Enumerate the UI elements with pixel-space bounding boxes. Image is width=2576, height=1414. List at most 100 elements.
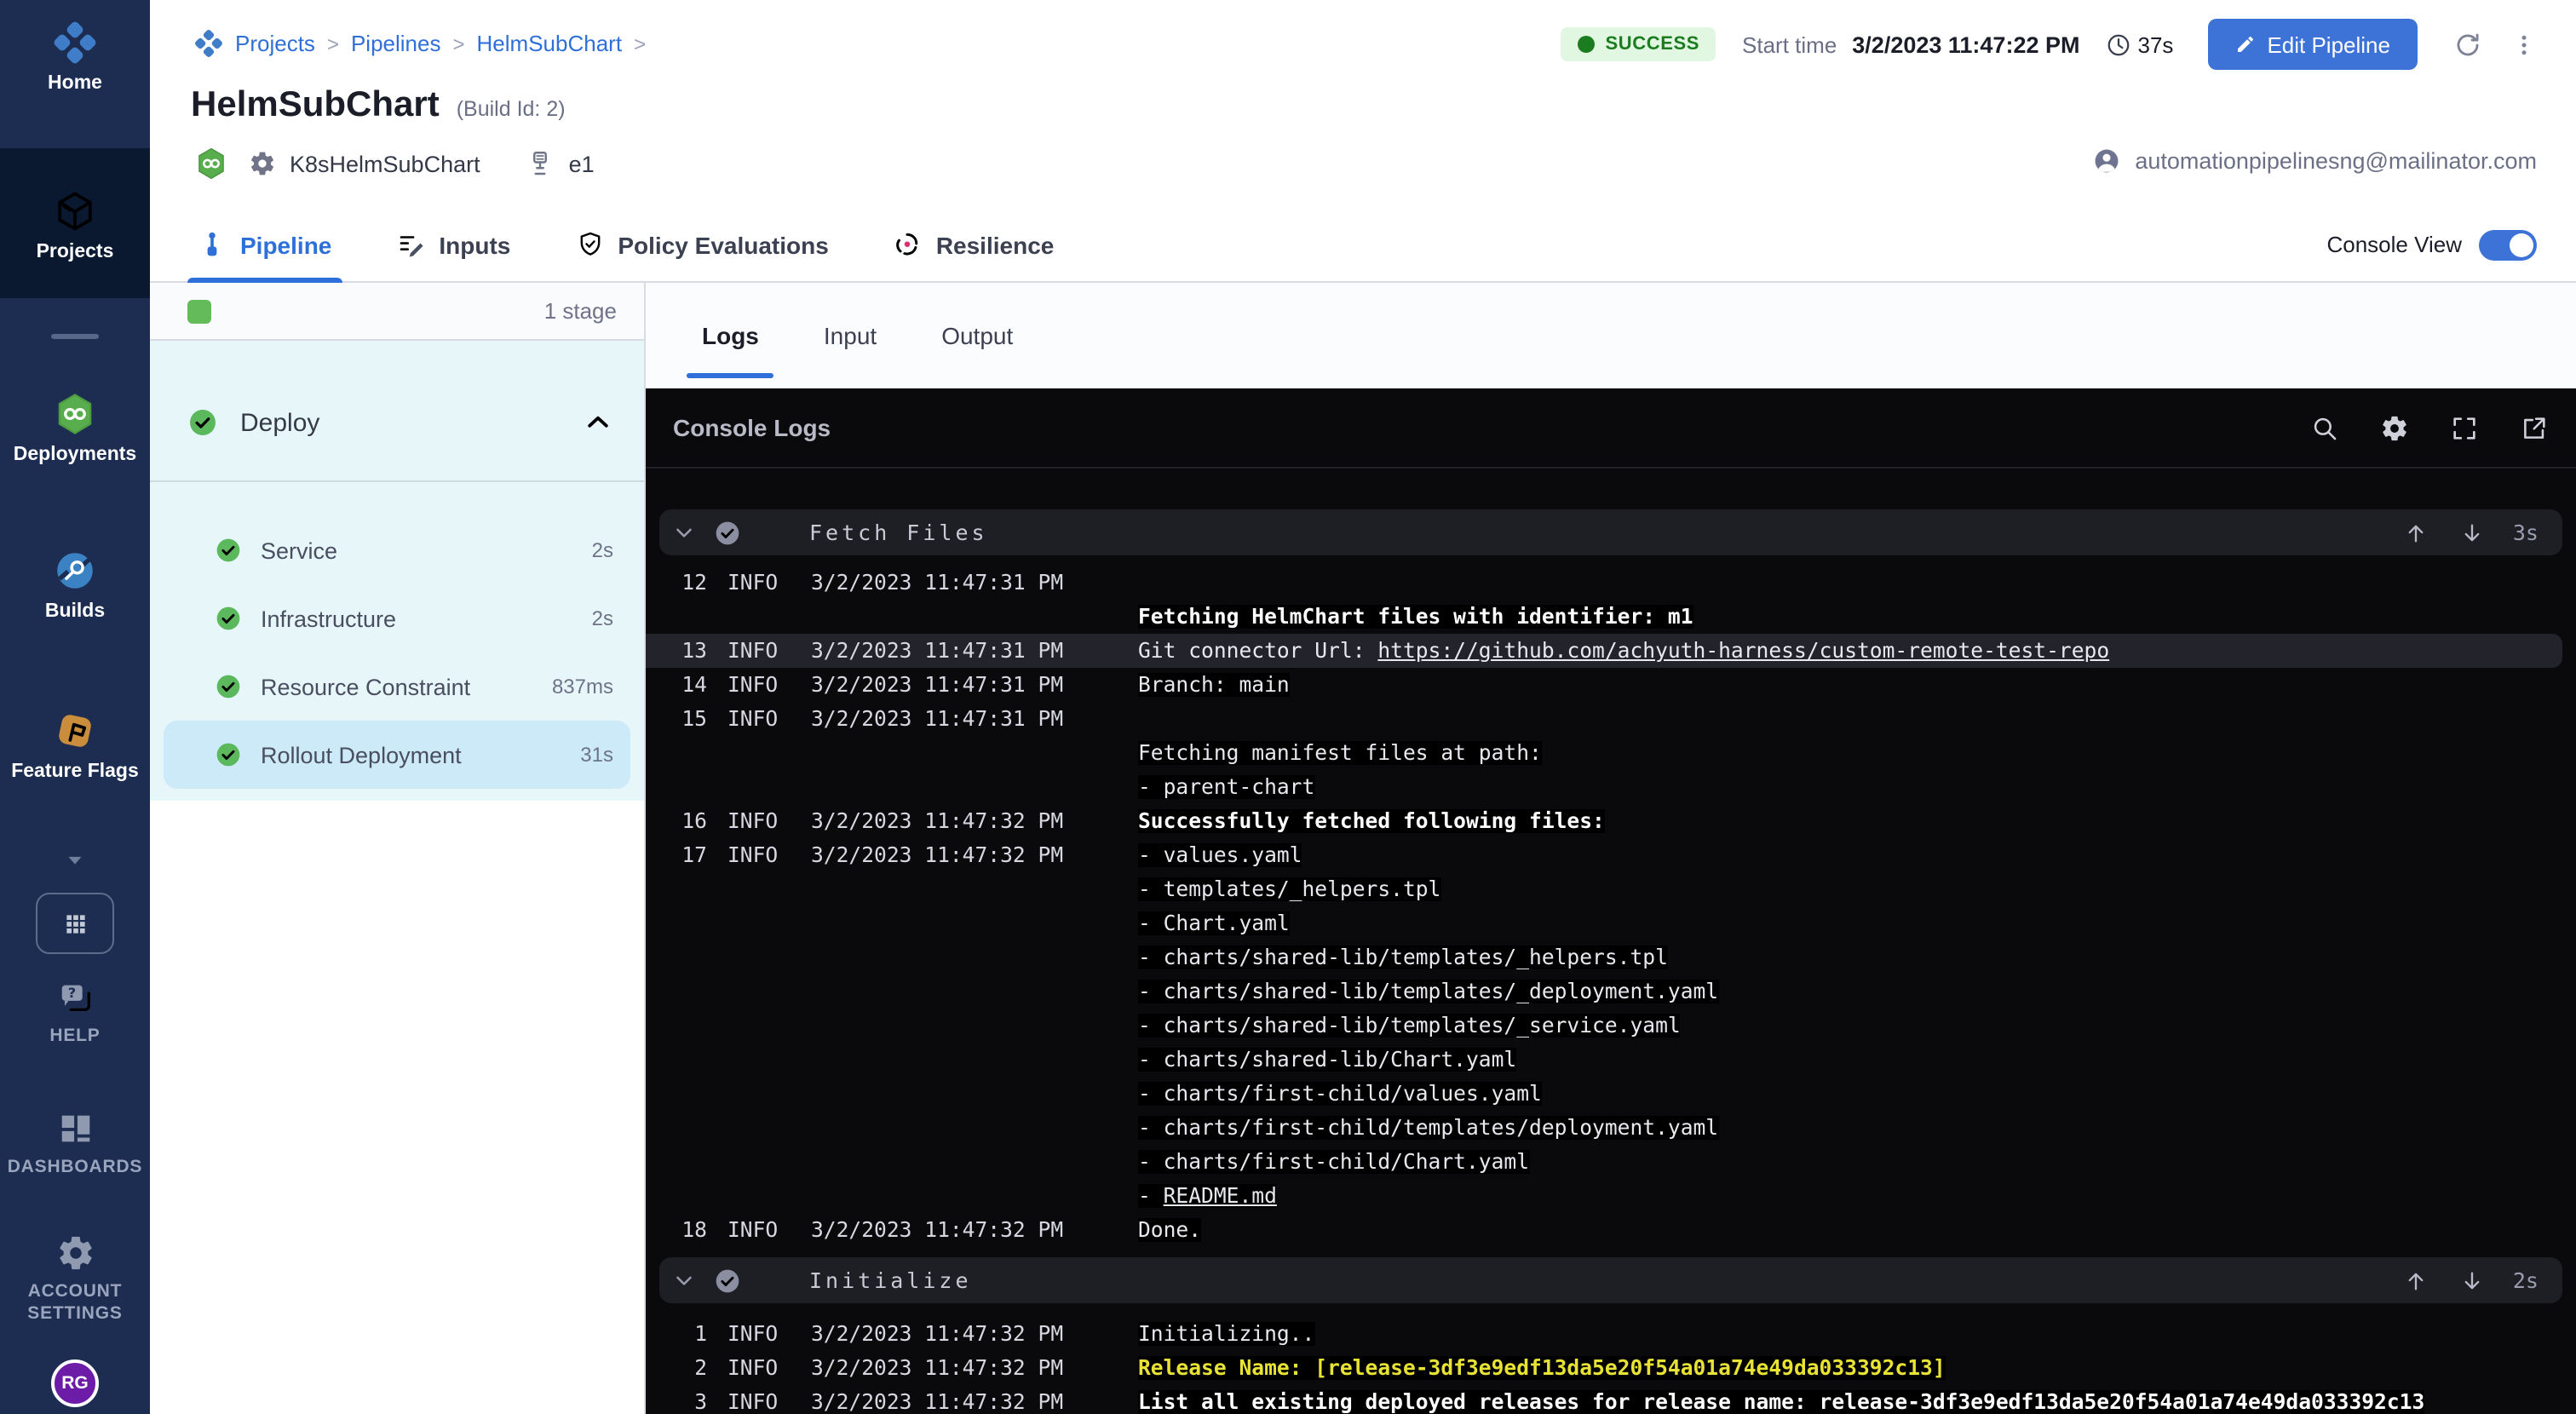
log-message: Branch: main (1138, 668, 1290, 702)
search-icon[interactable] (2310, 413, 2339, 442)
tab-resilience[interactable]: Resilience (890, 207, 1058, 282)
sidebar-item-projects[interactable]: Projects (0, 148, 150, 298)
arrow-down-icon[interactable] (2460, 520, 2484, 544)
sidebar-item-feature-flags[interactable]: Feature Flags (0, 709, 150, 782)
log-level (727, 1077, 792, 1111)
gear-icon[interactable] (2380, 413, 2409, 442)
console-title: Console Logs (673, 414, 831, 441)
kebab-menu-icon[interactable] (2511, 32, 2537, 57)
log-text: Branch: main (1138, 673, 1290, 697)
log-level: INFO (727, 1213, 792, 1247)
arrow-down-icon[interactable] (2460, 1268, 2484, 1292)
tab-inputs[interactable]: Inputs (393, 207, 514, 282)
log-text: - charts/shared-lib/templates/_deploymen… (1138, 980, 1718, 1003)
sidebar-item-label: Feature Flags (11, 762, 139, 782)
edit-pipeline-button[interactable]: Edit Pipeline (2207, 19, 2418, 70)
toggle-knob (2510, 233, 2533, 256)
status-text: SUCCESS (1605, 34, 1699, 55)
step-service[interactable]: Service2s (164, 516, 630, 584)
refresh-icon[interactable] (2453, 30, 2482, 59)
log-line-number: 3 (646, 1385, 707, 1414)
log-section-fetch-files[interactable]: Fetch Files3s (659, 509, 2562, 555)
tab-output[interactable]: Output (936, 283, 1018, 388)
log-link[interactable]: https://github.com/achyuth-harness/custo… (1377, 639, 2109, 663)
chevron-up-icon[interactable] (583, 407, 613, 438)
log-message: - values.yaml (1138, 838, 1302, 872)
section-controls (2404, 520, 2484, 544)
arrow-up-icon[interactable] (2404, 520, 2428, 544)
step-rollout-deployment[interactable]: Rollout Deployment31s (164, 721, 630, 789)
tab-pipeline[interactable]: Pipeline (194, 207, 335, 282)
log-message: - Chart.yaml (1138, 906, 1290, 940)
resilience-icon (894, 230, 923, 259)
step-duration: 2s (592, 606, 613, 630)
log-line-number (646, 974, 707, 1009)
step-resource-constraint[interactable]: Resource Constraint837ms (164, 652, 630, 721)
step-label: Infrastructure (261, 606, 396, 631)
breadcrumb-link-projects[interactable]: Projects (235, 31, 315, 56)
check-circle-icon (1576, 34, 1596, 55)
start-time-value: 3/2/2023 11:47:22 PM (1852, 32, 2079, 57)
pipeline-icon (198, 230, 227, 259)
fullscreen-icon[interactable] (2450, 413, 2479, 442)
log-line: - Chart.yaml (646, 906, 2576, 940)
log-timestamp: 3/2/2023 11:47:32 PM (811, 1385, 1084, 1414)
gear-icon (55, 1233, 95, 1273)
log-timestamp (811, 906, 1084, 940)
log-line: - parent-chart (646, 770, 2576, 804)
sidebar-item-label: HELP (49, 1026, 100, 1048)
harness-logo-icon (53, 20, 97, 65)
sidebar-item-builds[interactable]: Builds (0, 549, 150, 622)
sidebar-item-label: Projects (37, 242, 114, 262)
breadcrumb-separator: > (327, 32, 339, 55)
log-text: - values.yaml (1138, 843, 1302, 867)
chevron-down-icon[interactable] (61, 848, 89, 872)
log-message: Done. (1138, 1213, 1201, 1247)
check-circle-icon (215, 537, 242, 564)
log-text: List all existing deployed releases for … (1138, 1390, 2424, 1414)
log-timestamp: 3/2/2023 11:47:32 PM (811, 838, 1084, 872)
log-level: INFO (727, 804, 792, 838)
sidebar-item-help[interactable]: ? HELP (0, 978, 150, 1048)
step-infrastructure[interactable]: Infrastructure 2s (164, 584, 630, 652)
stage-deploy[interactable]: Deploy (150, 341, 644, 482)
tab-input[interactable]: Input (819, 283, 882, 388)
log-section-initialize[interactable]: Initialize2s (659, 1257, 2562, 1303)
step-label: Service (261, 537, 337, 563)
sidebar-item-label: DASHBOARDS (8, 1157, 143, 1179)
breadcrumb-link-helmsubchart[interactable]: HelmSubChart (477, 31, 623, 56)
log-timestamp: 3/2/2023 11:47:32 PM (811, 1213, 1084, 1247)
log-line: - charts/shared-lib/templates/_helpers.t… (646, 940, 2576, 974)
avatar[interactable]: RG (51, 1359, 99, 1407)
log-line-number: 1 (646, 1317, 707, 1351)
check-circle-icon (714, 1267, 741, 1294)
breadcrumb-link-pipelines[interactable]: Pipelines (351, 31, 441, 56)
log-line-number (646, 1111, 707, 1145)
tab-logs[interactable]: Logs (697, 283, 764, 388)
sidebar-item-deployments[interactable]: Deployments (0, 392, 150, 465)
log-line: - charts/shared-lib/templates/_service.y… (646, 1009, 2576, 1043)
log-level (727, 736, 792, 770)
chevron-down-icon[interactable] (671, 1267, 697, 1293)
module-picker-button[interactable] (36, 893, 114, 954)
user-icon (2092, 147, 2121, 175)
tab-policy-evaluations[interactable]: Policy Evaluations (572, 207, 831, 282)
log-message: Initializing.. (1138, 1317, 1314, 1351)
log-message: Fetching manifest files at path: (1138, 736, 1542, 770)
open-external-icon[interactable] (2520, 413, 2549, 442)
console-view-toggle[interactable] (2479, 229, 2537, 260)
chevron-down-icon[interactable] (671, 520, 697, 545)
sidebar-item-home[interactable]: Home (0, 20, 150, 94)
environment-icon (525, 148, 555, 179)
check-circle-icon (187, 407, 218, 438)
log-message: - charts/shared-lib/templates/_service.y… (1138, 1009, 1681, 1043)
log-level (727, 940, 792, 974)
log-line-number (646, 940, 707, 974)
log-line-number (646, 872, 707, 906)
arrow-up-icon[interactable] (2404, 1268, 2428, 1292)
log-link[interactable]: README.md (1164, 1184, 1277, 1208)
inputs-icon (396, 230, 425, 259)
sidebar-item-account-settings[interactable]: ACCOUNT SETTINGS (0, 1233, 150, 1325)
log-line-number (646, 1043, 707, 1077)
sidebar-item-dashboards[interactable]: DASHBOARDS (0, 1109, 150, 1179)
